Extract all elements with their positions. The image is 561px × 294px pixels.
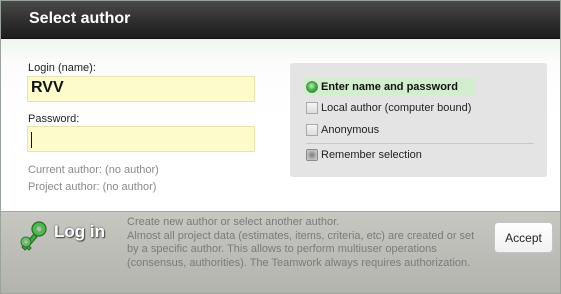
text-caret xyxy=(31,132,32,148)
login-label: Login (name): xyxy=(28,62,96,74)
checkbox-icon xyxy=(306,101,318,114)
footer-description: Create new author or select another auth… xyxy=(127,216,487,270)
title-bar: Select author xyxy=(1,1,560,39)
window-title: Select author xyxy=(29,10,131,27)
checkbox-icon xyxy=(306,123,318,136)
option-enter-name-password[interactable]: Enter name and password xyxy=(304,78,476,95)
footer-bar: Log in Create new author or select anoth… xyxy=(1,211,560,293)
login-title: Log in xyxy=(54,222,105,241)
select-author-dialog: Select author Login (name): RVV Password… xyxy=(0,0,561,294)
accept-button[interactable]: Accept xyxy=(494,222,553,253)
checkbox-checked-icon xyxy=(306,148,318,161)
divider xyxy=(306,143,534,144)
current-author-text: Current author: (no author) xyxy=(28,164,159,176)
description-line: by a specific author. This allows to per… xyxy=(127,243,437,255)
option-anonymous[interactable]: Anonymous xyxy=(306,121,379,138)
description-line: Almost all project data (estimates, item… xyxy=(127,229,475,242)
project-author-text: Project author: (no author) xyxy=(28,181,157,193)
author-options-panel: Enter name and password Local author (co… xyxy=(290,63,547,177)
password-label: Password: xyxy=(28,113,80,125)
description-line: (consensus, authorities). The Teamwork a… xyxy=(127,256,471,269)
remember-selection-label: Remember selection xyxy=(321,148,422,161)
login-input[interactable]: RVV xyxy=(27,76,255,102)
remember-selection-checkbox[interactable]: Remember selection xyxy=(306,146,422,163)
option-label: Anonymous xyxy=(321,123,380,136)
option-label: Local author (computer bound) xyxy=(321,101,472,114)
description-line: Create new author or select another auth… xyxy=(127,216,340,228)
radio-selected-icon xyxy=(306,80,318,93)
option-label: Enter name and password xyxy=(321,80,458,93)
option-local-author[interactable]: Local author (computer bound) xyxy=(306,99,471,116)
key-icon xyxy=(20,221,47,251)
password-input[interactable] xyxy=(27,126,255,152)
